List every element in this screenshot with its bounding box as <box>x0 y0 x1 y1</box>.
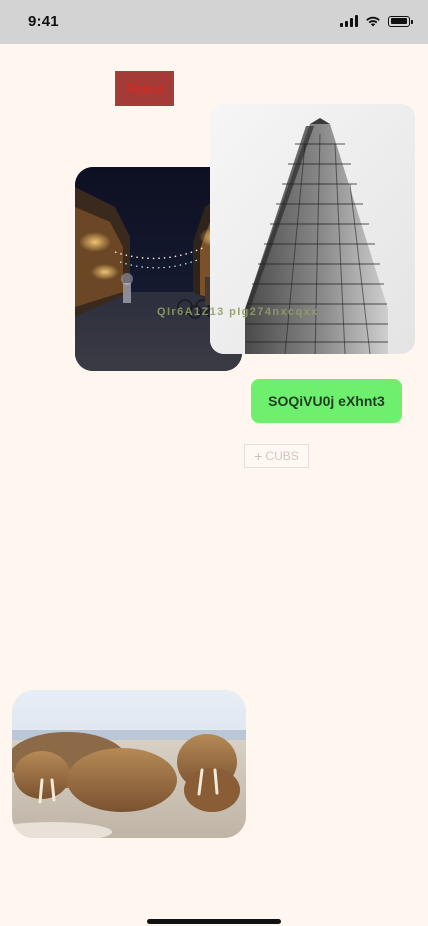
reject-button[interactable]: Reject <box>115 71 174 106</box>
plus-icon: + <box>254 448 263 464</box>
primary-action-button[interactable]: SOQiVU0j eXhnt3 <box>251 379 402 423</box>
walrus-photo <box>12 690 246 838</box>
status-time: 9:41 <box>28 13 59 30</box>
app-screen: 9:41 Reject QIr6A1Z13 pIg274nxcqxx SOQiV… <box>0 0 428 926</box>
status-icons <box>340 15 413 27</box>
home-indicator <box>147 919 281 924</box>
add-cubs-label: CUBS <box>265 449 299 463</box>
add-cubs-button[interactable]: + CUBS <box>244 444 309 468</box>
cellular-signal-icon <box>340 15 358 27</box>
wifi-icon <box>366 16 380 27</box>
battery-icon <box>388 15 413 27</box>
status-bar: 9:41 <box>0 0 428 44</box>
overlay-text: QIr6A1Z13 pIg274nxcqxx <box>157 306 319 318</box>
